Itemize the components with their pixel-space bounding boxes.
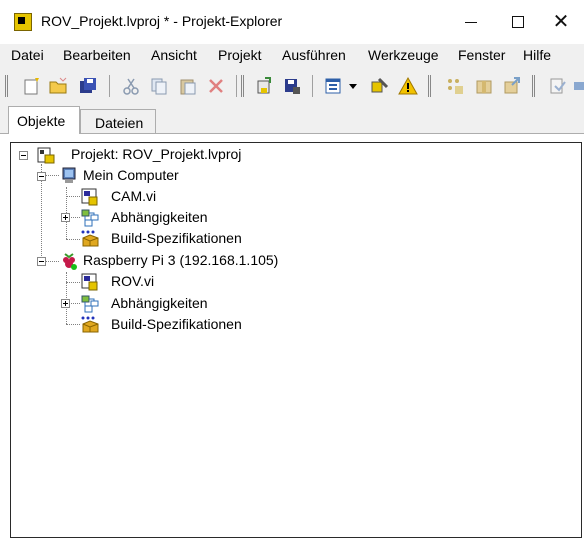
vi-file-icon [81,273,98,291]
save-build-icon[interactable] [282,76,302,96]
menu-bar: Datei Bearbeiten Ansicht Projekt Ausführ… [0,44,584,66]
tree-item-label: Mein Computer [83,167,179,183]
new-icon[interactable] [22,76,42,96]
tree-item-label: Abhängigkeiten [111,295,208,311]
menu-bearbeiten[interactable]: Bearbeiten [63,47,131,63]
paste-icon[interactable] [178,76,198,96]
menu-werkzeuge[interactable]: Werkzeuge [368,47,439,63]
tree-item-my-computer[interactable]: Mein Computer [60,166,260,186]
menu-fenster[interactable]: Fenster [458,47,505,63]
run-secondary-icon[interactable] [574,76,584,96]
toolbar-separator [312,75,313,97]
labview-project-icon [14,13,32,31]
toolbar-separator [236,75,237,97]
minimize-icon [465,22,477,23]
minimize-button[interactable] [448,0,494,44]
tab-dateien[interactable]: Dateien [80,109,156,134]
tree-item-build-specs[interactable]: Build-Spezifikationen [81,315,281,335]
close-button[interactable]: ✕ [538,0,584,44]
menu-ausfuehren[interactable]: Ausführen [282,47,346,63]
tree-item-label: ROV.vi [111,273,155,289]
tree-item-label: Raspberry Pi 3 (192.168.1.105) [83,252,279,268]
tree-connector [66,282,80,283]
menu-ansicht[interactable]: Ansicht [151,47,197,63]
save-all-icon[interactable] [78,76,98,96]
tree-connector [66,272,67,324]
tree-connector [66,324,80,325]
view-icon[interactable] [324,76,344,96]
tree-item-cam-vi[interactable]: CAM.vi [81,187,231,207]
project-tree[interactable]: Projekt: ROV_Projekt.lvproj Mein Compute… [10,142,582,538]
tree-item-raspberry-pi[interactable]: Raspberry Pi 3 (192.168.1.105) [60,251,320,271]
collapse-computer-toggle[interactable] [37,172,46,181]
package-icon[interactable] [474,76,494,96]
tree-connector [71,303,80,304]
tab-objekte[interactable]: Objekte [8,106,80,134]
export-icon[interactable] [502,76,522,96]
group-icon[interactable] [445,76,465,96]
computer-icon [62,167,76,183]
toolbar [0,66,584,106]
vi-file-icon [81,188,98,206]
deploy-icon[interactable] [370,76,390,96]
copy-icon[interactable] [149,76,169,96]
run-icon[interactable] [548,76,568,96]
menu-datei[interactable]: Datei [11,47,44,63]
toolbar-grip[interactable] [5,75,8,97]
collapse-project-toggle[interactable] [19,151,28,160]
expand-dependencies-toggle[interactable] [61,299,70,308]
open-icon[interactable] [48,76,68,96]
tree-item-dependencies[interactable]: Abhängigkeiten [81,208,261,228]
tree-item-label: Build-Spezifikationen [111,316,242,332]
close-icon: ✕ [552,11,570,33]
tree-connector [66,196,80,197]
tree-connector [66,239,80,240]
tree-item-label: CAM.vi [111,188,157,204]
maximize-icon [512,16,524,28]
build-icon[interactable] [255,76,275,96]
tree-item-project[interactable]: Projekt: ROV_Projekt.lvproj [37,145,297,165]
maximize-button[interactable] [494,0,540,44]
dependencies-icon [81,209,99,227]
warning-icon[interactable] [398,76,418,96]
tree-item-rov-vi[interactable]: ROV.vi [81,272,231,292]
tree-item-label: Abhängigkeiten [111,209,208,225]
menu-hilfe[interactable]: Hilfe [523,47,551,63]
collapse-target-toggle[interactable] [37,257,46,266]
tree-item-build-specs[interactable]: Build-Spezifikationen [81,229,281,249]
project-icon [37,147,55,164]
delete-icon[interactable] [206,76,226,96]
toolbar-grip[interactable] [428,75,431,97]
menu-projekt[interactable]: Projekt [218,47,262,63]
tree-item-label: Build-Spezifikationen [111,230,242,246]
title-bar: ROV_Projekt.lvproj * - Projekt-Explorer … [0,0,584,44]
tree-item-dependencies[interactable]: Abhängigkeiten [81,294,261,314]
build-specs-icon [81,316,99,333]
raspberry-pi-icon [63,253,77,270]
dropdown-icon[interactable] [348,76,358,96]
expand-dependencies-toggle[interactable] [61,213,70,222]
dependencies-icon [81,295,99,313]
cut-icon[interactable] [121,76,141,96]
window-title: ROV_Projekt.lvproj * - Projekt-Explorer [41,13,283,29]
tree-connector [71,217,80,218]
toolbar-grip[interactable] [532,75,535,97]
toolbar-separator [109,75,110,97]
tree-item-label: Projekt: ROV_Projekt.lvproj [71,146,242,162]
build-specs-icon [81,230,99,247]
toolbar-grip[interactable] [241,75,244,97]
